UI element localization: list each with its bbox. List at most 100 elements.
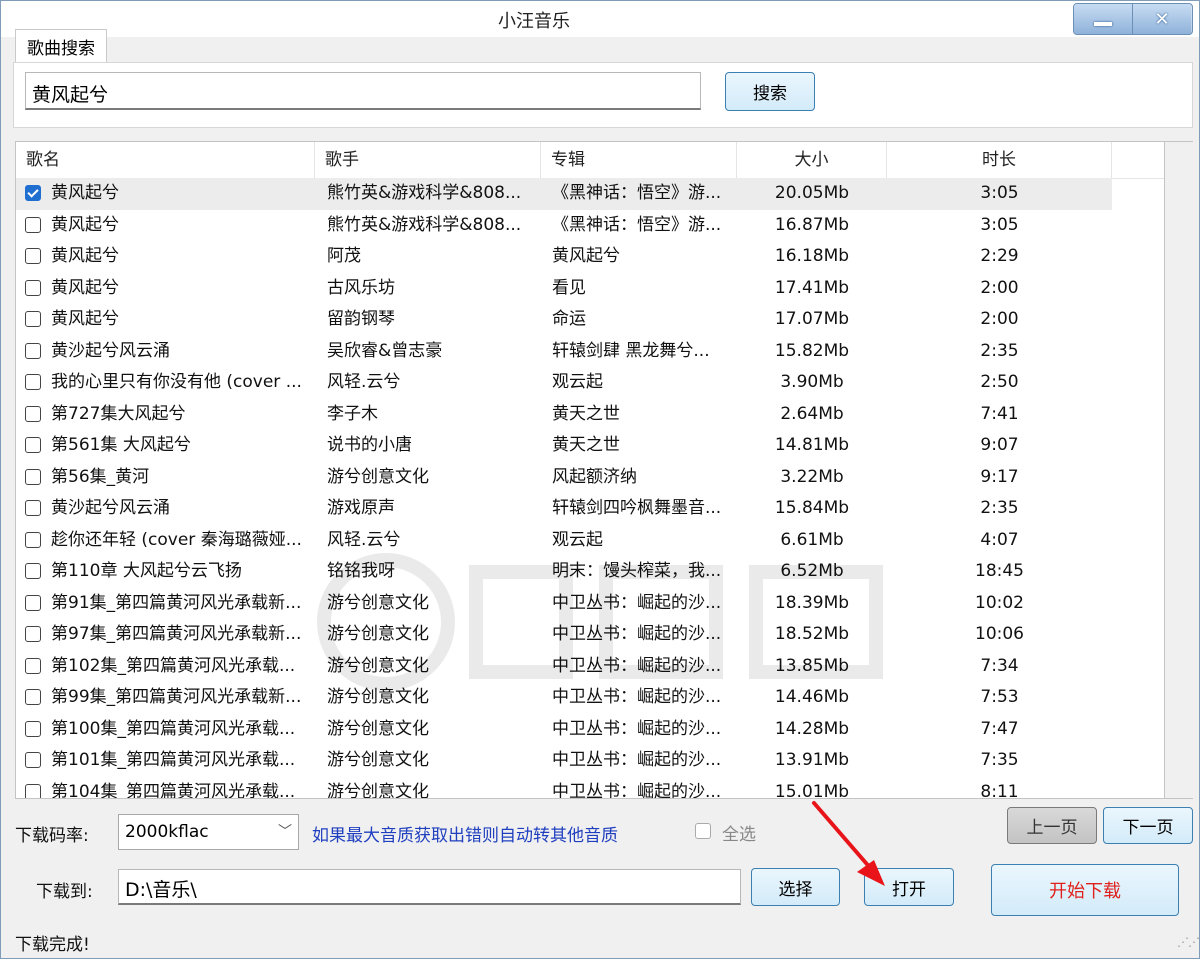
cell-duration: 7:35 bbox=[980, 750, 1019, 770]
cell-name: 黄沙起兮风云涌 bbox=[51, 340, 170, 361]
table-row[interactable]: 第56集_黄河 游兮创意文化 风起额济纳 3.22Mb 9:17 bbox=[16, 462, 1112, 494]
table-row[interactable]: 黄风起兮 熊竹英&游戏科学&808... 《黑神话：悟空》游... 20.05Mb 3:… bbox=[16, 178, 1112, 210]
cell-album: 明末：馒头榨菜，我... bbox=[552, 561, 722, 581]
row-checkbox[interactable] bbox=[25, 531, 41, 548]
table-row[interactable]: 第99集_第四篇黄河风光承载新... 游兮创意文化 中卫丛书：崛起的沙... 14.4… bbox=[16, 682, 1112, 714]
row-checkbox[interactable] bbox=[25, 783, 41, 798]
row-checkbox[interactable] bbox=[25, 248, 41, 264]
table-row[interactable]: 第97集_第四篇黄河风光承载新... 游兮创意文化 中卫丛书：崛起的沙... 18.5… bbox=[16, 619, 1112, 651]
bitrate-select[interactable]: 2000kflac ﹀ bbox=[118, 814, 299, 850]
table-row[interactable]: 我的心里只有你没有他 (cover ... 风轻.云兮 观云起 3.90Mb 2:50 bbox=[16, 367, 1112, 399]
cell-album: 《黑神话：悟空》游... bbox=[552, 214, 722, 235]
cell-size: 14.81Mb bbox=[774, 435, 850, 455]
cell-album: 黄天之世 bbox=[552, 435, 620, 455]
next-page-button[interactable]: 下一页 bbox=[1103, 807, 1193, 844]
cell-size: 17.41Mb bbox=[774, 277, 850, 298]
cell-name: 黄风起兮 bbox=[51, 309, 119, 329]
download-path-input[interactable]: D:\音乐\ bbox=[118, 869, 741, 905]
table-row[interactable]: 第110章 大风起兮云飞扬 铭铭我呀 明末：馒头榨菜，我... 6.52Mb 18:45 bbox=[16, 556, 1112, 588]
row-checkbox[interactable] bbox=[25, 752, 41, 768]
table-row[interactable]: 第91集_第四篇黄河风光承载新... 游兮创意文化 中卫丛书：崛起的沙... 18.3… bbox=[16, 588, 1112, 620]
table-row[interactable]: 第561集 大风起兮 说书的小唐 黄天之世 14.81Mb 9:07 bbox=[16, 430, 1112, 462]
cell-name: 第102集_第四篇黄河风光承载... bbox=[51, 655, 296, 676]
cell-size: 13.91Mb bbox=[774, 750, 850, 770]
choose-folder-button[interactable]: 选择 bbox=[751, 868, 840, 906]
close-button[interactable]: ✕ bbox=[1133, 4, 1191, 34]
cell-artist: 熊竹英&游戏科学&808... bbox=[327, 214, 522, 235]
table-row[interactable]: 黄风起兮 古风乐坊 看见 17.41Mb 2:00 bbox=[16, 273, 1112, 305]
quality-hint: 如果最大音质获取出错则自动转其他音质 bbox=[312, 826, 618, 846]
bitrate-label: 下载码率: bbox=[15, 826, 89, 846]
song-list: 歌名 歌手 专辑 大小 时长 黄风起兮 熊竹英&游戏科学&808... 《黑神话：悟… bbox=[15, 141, 1165, 799]
row-checkbox[interactable] bbox=[25, 342, 41, 359]
minimize-icon bbox=[1094, 22, 1112, 26]
column-header-size[interactable]: 大小 bbox=[737, 142, 887, 178]
cell-artist: 李子木 bbox=[327, 403, 378, 424]
minimize-button[interactable] bbox=[1074, 4, 1133, 34]
select-all-checkbox[interactable] bbox=[695, 823, 711, 839]
row-checkbox[interactable] bbox=[25, 626, 41, 642]
cell-size: 15.82Mb bbox=[774, 340, 850, 361]
search-button[interactable]: 搜索 bbox=[725, 72, 815, 111]
cell-album: 命运 bbox=[552, 309, 586, 329]
select-all-label[interactable]: 全选 bbox=[722, 820, 756, 845]
row-checkbox[interactable] bbox=[25, 437, 41, 453]
row-checkbox[interactable] bbox=[25, 563, 41, 579]
row-checkbox[interactable] bbox=[25, 311, 41, 327]
cell-album: 轩辕剑肆 黑龙舞兮... bbox=[552, 340, 710, 361]
table-row[interactable]: 趁你还年轻 (cover 秦海璐薇娅... 风轻.云兮 观云起 6.61Mb 4:07 bbox=[16, 525, 1112, 557]
search-input[interactable]: 黄风起兮 bbox=[25, 72, 701, 110]
cell-duration: 7:41 bbox=[980, 403, 1019, 424]
window-controls: ✕ bbox=[1073, 3, 1193, 35]
row-checkbox[interactable] bbox=[25, 374, 41, 390]
table-row[interactable]: 第101集_第四篇黄河风光承载... 游兮创意文化 中卫丛书：崛起的沙... 13.9… bbox=[16, 745, 1112, 777]
bitrate-value: 2000kflac bbox=[125, 822, 209, 842]
start-download-button[interactable]: 开始下载 bbox=[991, 864, 1179, 916]
cell-album: 观云起 bbox=[552, 372, 603, 392]
table-row[interactable]: 第727集大风起兮 李子木 黄天之世 2.64Mb 7:41 bbox=[16, 399, 1112, 431]
row-checkbox[interactable] bbox=[25, 720, 41, 737]
table-row[interactable]: 黄沙起兮风云涌 吴欣睿&曾志豪 轩辕剑肆 黑龙舞兮... 15.82Mb 2:35 bbox=[16, 336, 1112, 368]
app-window: 小汪音乐 ✕ 歌曲搜索 黄风起兮 搜索 歌名 歌手 专辑 大小 时长 黄风起兮熊… bbox=[0, 0, 1200, 959]
cell-duration: 18:45 bbox=[975, 561, 1024, 581]
column-header-name[interactable]: 歌名 bbox=[16, 142, 315, 178]
column-header-duration[interactable]: 时长 bbox=[887, 142, 1112, 178]
cell-name: 黄风起兮 bbox=[51, 214, 119, 235]
tab-song-search[interactable]: 歌曲搜索 bbox=[15, 29, 107, 63]
open-folder-button[interactable]: 打开 bbox=[864, 868, 954, 906]
cell-name: 第101集_第四篇黄河风光承载... bbox=[51, 750, 296, 770]
cell-size: 6.52Mb bbox=[780, 561, 844, 581]
row-checkbox[interactable] bbox=[25, 657, 41, 674]
row-checkbox[interactable] bbox=[25, 405, 41, 422]
table-row[interactable]: 黄风起兮 阿茂 黄风起兮 16.18Mb 2:29 bbox=[16, 241, 1112, 273]
table-header: 歌名 歌手 专辑 大小 时长 bbox=[16, 142, 1164, 179]
cell-duration: 2:29 bbox=[980, 246, 1019, 266]
table-row[interactable]: 第104集_第四篇黄河风光承载... 游兮创意文化 中卫丛书：崛起的沙... 15.0… bbox=[16, 777, 1112, 798]
row-checkbox[interactable] bbox=[25, 279, 41, 296]
table-row[interactable]: 黄沙起兮风云涌 游戏原声 轩辕剑四吟枫舞墨音... 15.84Mb 2:35 bbox=[16, 493, 1112, 525]
table-row[interactable]: 第102集_第四篇黄河风光承载... 游兮创意文化 中卫丛书：崛起的沙... 13.8… bbox=[16, 651, 1112, 683]
resize-grip-icon[interactable]: ⋰⋰ bbox=[1177, 935, 1199, 949]
cell-artist: 游兮创意文化 bbox=[327, 466, 429, 487]
cell-size: 18.52Mb bbox=[774, 624, 850, 644]
cell-album: 风起额济纳 bbox=[552, 466, 637, 487]
column-header-album[interactable]: 专辑 bbox=[541, 142, 737, 178]
row-checkbox[interactable] bbox=[25, 468, 41, 485]
cell-name: 第91集_第四篇黄河风光承载新... bbox=[51, 592, 302, 613]
list-vertical-scrollbar[interactable] bbox=[1165, 141, 1193, 799]
row-checkbox[interactable] bbox=[25, 216, 41, 233]
cell-duration: 10:06 bbox=[975, 624, 1024, 644]
cell-size: 16.18Mb bbox=[774, 246, 850, 266]
table-row[interactable]: 第100集_第四篇黄河风光承载... 游兮创意文化 中卫丛书：崛起的沙... 14.2… bbox=[16, 714, 1112, 746]
cell-name: 第727集大风起兮 bbox=[51, 403, 186, 424]
cell-name: 黄风起兮 bbox=[51, 183, 119, 203]
row-checkbox[interactable] bbox=[25, 500, 41, 516]
row-checkbox[interactable] bbox=[25, 185, 41, 201]
prev-page-button[interactable]: 上一页 bbox=[1007, 807, 1097, 844]
table-row[interactable]: 黄风起兮 留韵钢琴 命运 17.07Mb 2:00 bbox=[16, 304, 1112, 336]
cell-size: 20.05Mb bbox=[774, 183, 850, 203]
table-row[interactable]: 黄风起兮 熊竹英&游戏科学&808... 《黑神话：悟空》游... 16.87Mb 3:… bbox=[16, 210, 1112, 242]
row-checkbox[interactable] bbox=[25, 689, 41, 705]
column-header-artist[interactable]: 歌手 bbox=[315, 142, 541, 178]
row-checkbox[interactable] bbox=[25, 594, 41, 611]
